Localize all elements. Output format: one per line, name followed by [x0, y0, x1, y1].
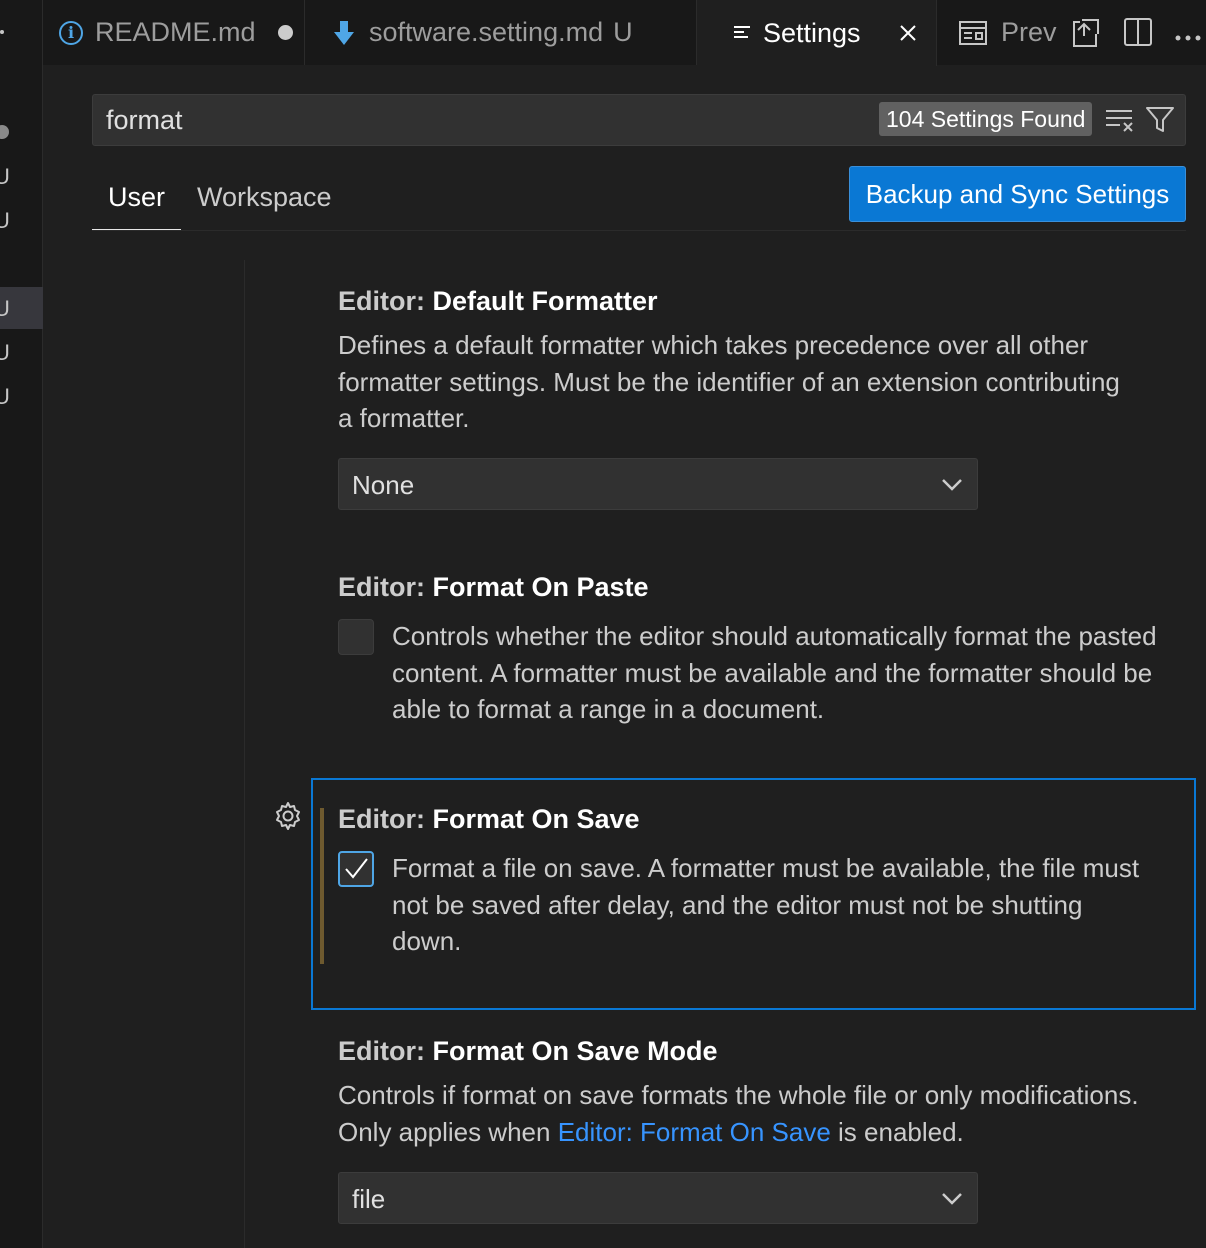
more-dot: [0, 30, 4, 34]
untracked-mark: U: [0, 342, 10, 364]
setting-name: Format On Paste: [432, 572, 649, 602]
markdown-arrow-icon: [333, 20, 355, 46]
tab-workspace-scope[interactable]: Workspace: [197, 182, 332, 213]
untracked-mark: U: [0, 166, 10, 188]
open-settings-json-icon[interactable]: [1070, 16, 1102, 53]
untracked-mark: U: [0, 298, 10, 320]
default-formatter-select[interactable]: None: [338, 458, 978, 510]
setting-category: Editor:: [338, 286, 433, 316]
settings-editor-window: U U U U U i README.md software.setting.m…: [0, 0, 1206, 1248]
preview-icon: [959, 20, 987, 45]
chevron-down-icon: [941, 473, 963, 500]
untracked-mark: U: [0, 210, 10, 232]
setting-name: Default Formatter: [432, 286, 658, 316]
tab-software-setting[interactable]: software.setting.md U: [305, 0, 697, 65]
clear-filter-icon[interactable]: [1105, 108, 1135, 137]
untracked-mark: U: [0, 386, 10, 408]
scope-divider: [92, 230, 1186, 231]
setting-format-on-save-mode: Editor: Format On Save Mode Controls if …: [338, 1036, 1178, 1150]
format-on-paste-checkbox[interactable]: [338, 619, 374, 655]
dirty-indicator: [0, 125, 9, 139]
settings-search-input[interactable]: format 104 Settings Found: [92, 94, 1186, 146]
tab-label: software.setting.md: [369, 17, 604, 47]
tab-label: Prev: [1001, 17, 1057, 47]
description-text: is enabled.: [830, 1116, 964, 1147]
more-actions-icon[interactable]: [1174, 29, 1202, 47]
search-query: format: [106, 105, 183, 135]
close-icon[interactable]: [899, 24, 917, 42]
checkmark-icon: [345, 858, 368, 879]
modified-indicator: [320, 808, 324, 964]
setting-category: Editor:: [338, 572, 433, 602]
setting-title: Editor: Format On Paste: [338, 572, 1178, 603]
settings-lines-icon: [733, 24, 751, 42]
setting-category: Editor:: [338, 804, 433, 834]
explorer-strip: U U U U U: [0, 0, 43, 1248]
setting-title: Editor: Format On Save Mode: [338, 1036, 1178, 1067]
select-value: file: [352, 1184, 386, 1214]
tab-settings[interactable]: Settings: [697, 0, 937, 66]
setting-format-on-save: Editor: Format On Save: [338, 804, 1178, 835]
untracked-badge: U: [613, 17, 633, 47]
tab-user-scope[interactable]: User: [92, 182, 181, 231]
split-editor-icon[interactable]: [1124, 18, 1152, 51]
setting-title: Editor: Default Formatter: [338, 286, 1178, 317]
setting-description: Format a file on save. A formatter must …: [392, 853, 1140, 956]
setting-link[interactable]: Editor: Format On Save: [558, 1117, 831, 1147]
info-icon: i: [59, 20, 83, 45]
setting-format-on-paste: Editor: Format On Paste: [338, 572, 1178, 603]
setting-name: Format On Save: [432, 804, 640, 834]
backup-sync-button[interactable]: Backup and Sync Settings: [849, 166, 1186, 222]
chevron-down-icon: [941, 1187, 963, 1214]
setting-category: Editor:: [338, 1036, 433, 1066]
setting-description: Controls whether the editor should autom…: [392, 621, 1157, 724]
editor-tab-bar: i README.md software.setting.md U Settin…: [43, 0, 1206, 66]
format-on-save-mode-select[interactable]: file: [338, 1172, 978, 1224]
tab-label: README.md: [95, 17, 256, 47]
filter-icon[interactable]: [1145, 106, 1175, 139]
setting-description: Defines a default formatter which takes …: [338, 330, 1120, 433]
format-on-save-checkbox[interactable]: [338, 851, 374, 887]
setting-description: Controls if format on save formats the w…: [338, 1077, 1178, 1150]
tab-label: Settings: [763, 17, 861, 48]
gear-icon[interactable]: [272, 800, 304, 837]
settings-toc-pane: [43, 260, 245, 1248]
setting-title: Editor: Format On Save: [338, 804, 1178, 835]
results-count-badge: 104 Settings Found: [879, 102, 1093, 136]
tab-readme[interactable]: i README.md: [43, 0, 305, 65]
setting-name: Format On Save Mode: [432, 1036, 718, 1066]
setting-default-formatter: Editor: Default Formatter Defines a defa…: [338, 286, 1178, 437]
select-value: None: [352, 470, 415, 500]
dirty-dot-icon[interactable]: [277, 25, 293, 40]
